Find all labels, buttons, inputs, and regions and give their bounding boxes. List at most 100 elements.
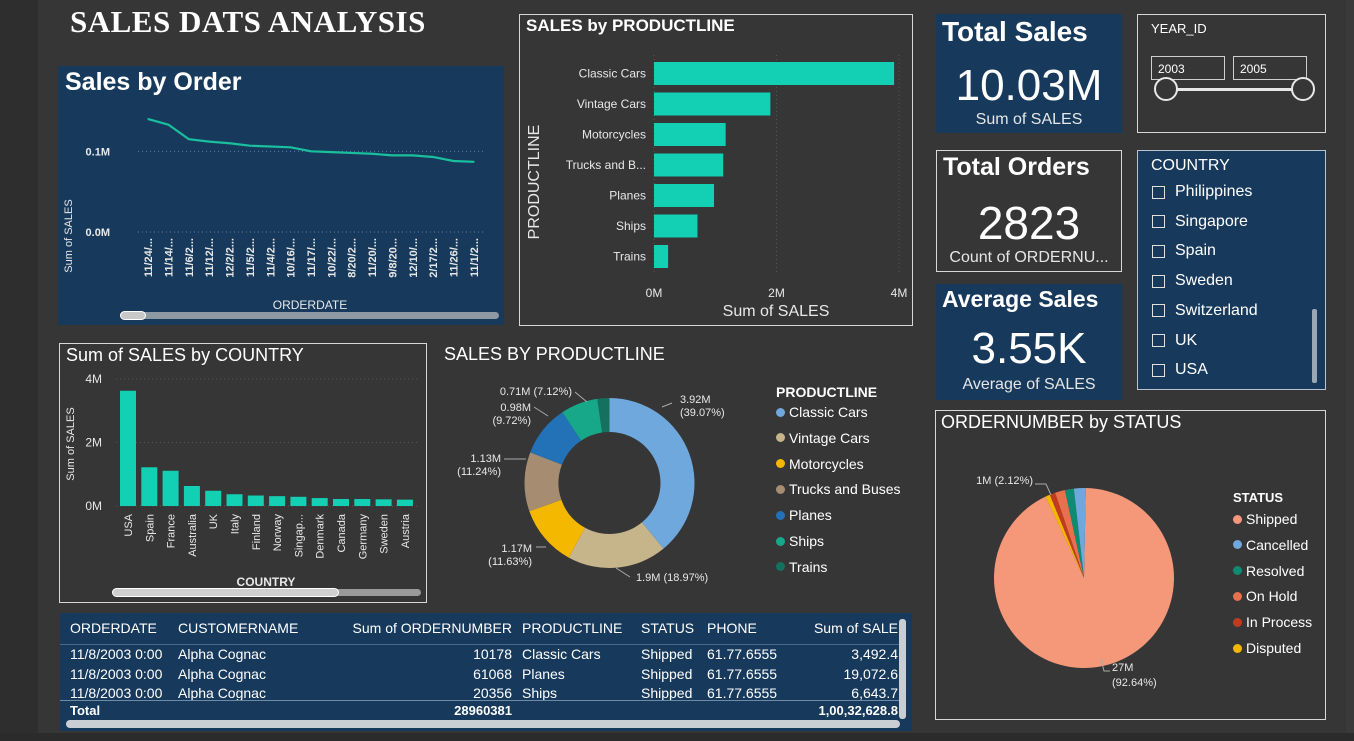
y-axis-title: Sum of SALES [65, 407, 77, 480]
productline-donut-panel[interactable]: SALES BY PRODUCTLINE 3.92M (39.07%) 1.9M (… [440, 340, 920, 602]
scrollbar-track[interactable] [120, 312, 499, 319]
data-label: 0.98M [500, 402, 531, 414]
kpi-value: 10.03M [955, 61, 1103, 110]
table-vscrollbar[interactable] [899, 619, 906, 719]
label-leader [661, 402, 673, 408]
label-leader [615, 567, 631, 578]
legend-dot [776, 407, 785, 417]
year-slicer[interactable]: YEAR_ID 2003 2005 [1137, 14, 1326, 133]
column-header[interactable]: CUSTOMERNAME [178, 620, 298, 636]
country-option[interactable]: Sweden [1152, 271, 1233, 291]
country-bar-panel[interactable]: Sum of SALES by COUNTRY Sum of SALES 4M 2M… [59, 343, 427, 603]
y-tick-label: 4M [85, 372, 102, 386]
checkbox[interactable] [1152, 363, 1165, 377]
kpi-subtitle: Average of SALES [962, 376, 1096, 393]
legend-item: In Process [1233, 614, 1312, 630]
column-header[interactable]: STATUS [641, 620, 694, 636]
table-cell: 3,492.4 [851, 646, 898, 662]
country-option[interactable]: Singapore [1152, 212, 1248, 232]
bar [141, 467, 158, 506]
label-leader [533, 406, 549, 417]
country-bar-chart: Sum of SALES 4M 2M 0M USA Spain France Australi… [65, 372, 420, 589]
country-label: USA [1175, 361, 1208, 379]
slicer-scrollbar[interactable] [1312, 309, 1317, 383]
country-option[interactable]: Switzerland [1152, 301, 1258, 321]
bar [311, 498, 328, 506]
table-cell: 11/8/2003 0:00 [70, 646, 163, 662]
y-tick-label: Trains [613, 250, 646, 264]
checkbox[interactable] [1152, 304, 1165, 318]
x-tick-label: 2/17/2... [428, 238, 440, 278]
scrollbar-thumb[interactable] [120, 311, 146, 320]
data-label: (11.63%) [488, 556, 532, 568]
kpi-value: 2823 [977, 197, 1081, 249]
y-tick-label: 0M [85, 499, 102, 513]
scrollbar-thumb[interactable] [112, 588, 339, 597]
x-tick-label: 10/22/... [326, 238, 338, 278]
y-tick-label: 0.0M [86, 227, 110, 239]
x-tick-label: USA [123, 513, 135, 536]
column-header[interactable]: PRODUCTLINE [522, 620, 622, 636]
column-header[interactable]: Sum of SALE [814, 620, 898, 636]
country-slicer[interactable]: COUNTRY Philippines Singapore Spain Sweden S… [1137, 150, 1326, 390]
table-cell: 61.77.6555 [707, 665, 778, 682]
bar [269, 496, 286, 506]
country-option[interactable]: Spain [1152, 241, 1216, 261]
x-tick-label: 11/24/... [143, 238, 155, 277]
bottom-margin-strip [0, 733, 1354, 741]
checkbox[interactable] [1152, 244, 1165, 258]
total-sales-card[interactable]: Total Sales 10.03M Sum of SALES [936, 14, 1122, 133]
bar [654, 92, 771, 116]
bar [183, 485, 200, 506]
y-axis-title: PRODUCTLINE [526, 125, 543, 240]
x-tick-label: 11/14/... [164, 238, 176, 277]
legend-label: Ships [789, 533, 825, 549]
table-cell: 6,643.7 [851, 685, 898, 701]
average-sales-card[interactable]: Average Sales 3.55K Average of SALES [936, 284, 1122, 400]
sales-by-order-panel[interactable]: Sales by Order Sum of SALES 0.1M 0.0M 11/24… [58, 66, 504, 325]
slider-handle-end[interactable] [1291, 77, 1315, 101]
bar [354, 499, 371, 506]
y-tick-label: Classic Cars [579, 67, 646, 81]
table-hscrollbar[interactable] [66, 720, 900, 728]
slider-track[interactable] [1166, 88, 1304, 91]
checkbox[interactable] [1152, 215, 1165, 229]
legend-label: Trains [789, 558, 828, 575]
legend-label: Planes [789, 507, 832, 524]
status-pie-panel[interactable]: ORDERNUMBER by STATUS 1M (2.12%) 27M (92.6… [935, 410, 1326, 720]
total-orders-card[interactable]: Total Orders 2823 Count of ORDERNU... [936, 150, 1122, 272]
kpi-title: Total Sales [942, 16, 1088, 47]
kpi-subtitle: Count of ORDERNU... [949, 249, 1109, 266]
year-to-input[interactable]: 2005 [1233, 56, 1307, 80]
legend-item: Classic Cars [776, 404, 868, 420]
country-option[interactable]: USA [1152, 360, 1208, 380]
country-option[interactable]: UK [1152, 331, 1197, 351]
productline-bar-panel[interactable]: SALES by PRODUCTLINE PRODUCTLINE 0M 2M 4M Cl… [519, 14, 913, 326]
table-cell: 61068 [473, 665, 512, 682]
y-tick-label: Ships [616, 219, 646, 233]
x-tick-label: Norway [272, 514, 284, 552]
column-header[interactable]: PHONE [707, 620, 757, 636]
bar [396, 499, 413, 506]
checkbox[interactable] [1152, 274, 1165, 288]
legend-label: Trucks and Buses [789, 481, 901, 498]
column-header[interactable]: ORDERDATE [70, 620, 157, 636]
pie-chart: 1M (2.12%) 27M (92.64%) [976, 475, 1174, 689]
x-tick-label: 8/20/2... [347, 238, 359, 278]
legend-dot [776, 433, 785, 443]
x-tick-label: 12/10/... [408, 238, 420, 278]
orders-table[interactable]: ORDERDATE CUSTOMERNAME Sum of ORDERNUMBER P… [60, 613, 912, 731]
bar [654, 245, 669, 268]
kpi-title: Average Sales [942, 286, 1099, 312]
column-header[interactable]: Sum of ORDERNUMBER [353, 620, 512, 636]
table-header-divider [60, 644, 900, 645]
line-chart: Sum of SALES 0.1M 0.0M 11/24/... 11/14/... 11… [63, 118, 484, 312]
legend-label: Motorcycles [789, 455, 864, 472]
legend-dot [1233, 591, 1242, 601]
legend-dot [1233, 566, 1242, 576]
bar [120, 390, 136, 506]
slider-handle-start[interactable] [1154, 77, 1178, 101]
checkbox[interactable] [1152, 185, 1165, 199]
country-option[interactable]: Philippines [1152, 182, 1252, 202]
checkbox[interactable] [1152, 334, 1165, 347]
